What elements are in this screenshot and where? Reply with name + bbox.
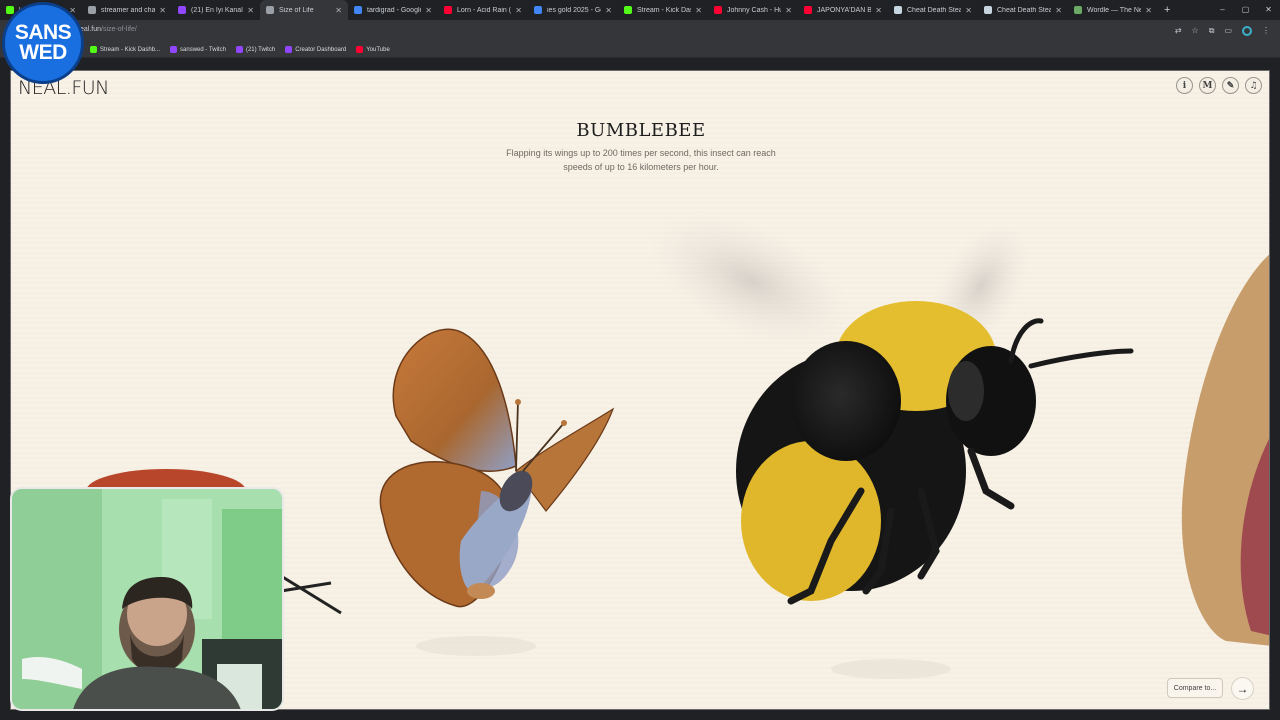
browser-tab[interactable]: Johnny Cash - Hurt ✕ bbox=[708, 0, 798, 20]
bookmark-item[interactable]: YouTube bbox=[356, 46, 390, 53]
bookmark-item[interactable]: Stream - Kick Dashb... bbox=[90, 46, 160, 53]
tab-close-icon[interactable]: ✕ bbox=[425, 6, 432, 15]
cast-icon[interactable]: ▭ bbox=[1224, 23, 1232, 39]
browser-tab[interactable]: streamer and chat g✕ bbox=[82, 0, 172, 20]
tab-favicon-icon bbox=[534, 6, 542, 14]
tab-label: Stream - Kick Dashb bbox=[637, 6, 691, 14]
browser-tab[interactable]: Stream - Kick Dashb ✕ bbox=[618, 0, 708, 20]
tab-favicon-icon bbox=[266, 6, 274, 14]
right-edge-creature-illustration bbox=[1181, 254, 1269, 646]
bookmark-item[interactable]: (21) Twitch bbox=[235, 46, 276, 53]
next-arrow-button[interactable]: → bbox=[1231, 677, 1254, 700]
music-icon[interactable]: ♫ bbox=[1245, 77, 1262, 94]
close-window-icon[interactable]: ✕ bbox=[1257, 0, 1280, 20]
tab-favicon-icon bbox=[624, 6, 632, 14]
browser-tab[interactable]: (21) En İyi Kanallar ✕ bbox=[172, 0, 260, 20]
info-icon[interactable]: i bbox=[1176, 77, 1193, 94]
tab-close-icon[interactable]: ✕ bbox=[1055, 6, 1062, 15]
butterfly-illustration bbox=[379, 328, 615, 656]
tab-label: Cheat Death Steam bbox=[907, 6, 962, 14]
tab-close-icon[interactable]: ✕ bbox=[875, 6, 882, 15]
bookmarks-bar: Stream - Kick Dashb... sanswed - Twitch (2… bbox=[0, 42, 1280, 58]
bookmark-label: sanswed - Twitch bbox=[180, 46, 226, 53]
tab-label: JAPONYA'DAN BIKI bbox=[817, 6, 872, 14]
tab-bar: k Dashb✕streamer and chat g✕(21) En İyi … bbox=[0, 0, 1280, 20]
browser-tab[interactable]: tardigrad - Google' ✕ bbox=[348, 0, 438, 20]
pencil-icon[interactable]: ✎ bbox=[1222, 77, 1239, 94]
creature-title: BUMBLEBEE bbox=[576, 120, 706, 141]
tab-favicon-icon bbox=[1074, 6, 1082, 14]
extensions-icon[interactable]: ⧉ bbox=[1209, 23, 1215, 39]
top-toolbar: i M ✎ ♫ bbox=[1176, 77, 1262, 94]
bookmark-label: YouTube bbox=[366, 46, 390, 53]
browser-tab[interactable]: Size of Life ✕ bbox=[260, 0, 348, 20]
tab-close-icon[interactable]: ✕ bbox=[965, 6, 972, 15]
tab-close-icon[interactable]: ✕ bbox=[1145, 6, 1152, 15]
tab-close-icon[interactable]: ✕ bbox=[605, 6, 612, 15]
bookmark-favicon-icon bbox=[170, 46, 178, 53]
maximize-icon[interactable]: ▢ bbox=[1234, 0, 1257, 20]
tab-close-icon[interactable]: ✕ bbox=[247, 6, 254, 15]
tab-label: tardigrad - Google' bbox=[367, 6, 422, 14]
browser-tab[interactable]: ies gold 2025 - Goo ✕ bbox=[528, 0, 618, 20]
tab-close-icon[interactable]: ✕ bbox=[695, 6, 702, 15]
bookmark-star-icon[interactable]: ☆ bbox=[1192, 23, 1199, 39]
bookmark-item[interactable]: Creator Dashboard bbox=[285, 46, 346, 53]
m-icon[interactable]: M bbox=[1199, 77, 1216, 94]
window-controls: – ▢ ✕ bbox=[1211, 0, 1280, 20]
logo-line-1: SANS bbox=[14, 21, 72, 44]
tab-favicon-icon bbox=[984, 6, 992, 14]
tab-close-icon[interactable]: ✕ bbox=[159, 6, 166, 15]
stream-logo: SANS WED bbox=[2, 2, 84, 84]
browser-tab[interactable]: Wordle — The New✕ bbox=[1068, 0, 1158, 20]
tab-label: Size of Life bbox=[279, 6, 314, 14]
creature-description: Flapping its wings up to 200 times per s… bbox=[506, 148, 776, 172]
webcam-overlay bbox=[10, 487, 284, 711]
bookmark-item[interactable]: sanswed - Twitch bbox=[170, 46, 226, 53]
tab-close-icon[interactable]: ✕ bbox=[515, 6, 522, 15]
bookmark-favicon-icon bbox=[90, 46, 97, 53]
tab-favicon-icon bbox=[714, 6, 722, 14]
translate-icon[interactable]: ⇄ bbox=[1175, 23, 1182, 39]
new-tab-button[interactable]: + bbox=[1164, 4, 1170, 16]
streamer-webcam-image bbox=[12, 489, 282, 709]
tab-favicon-icon bbox=[88, 6, 96, 14]
url-path: /size-of-life/ bbox=[101, 26, 137, 33]
tab-close-icon[interactable]: ✕ bbox=[785, 6, 792, 15]
tab-label: (21) En İyi Kanallar bbox=[191, 6, 243, 14]
browser-tab[interactable]: Cheat Death Steam✕ bbox=[978, 0, 1068, 20]
tab-favicon-icon bbox=[804, 6, 812, 14]
tab-label: Cheat Death Steam bbox=[997, 6, 1052, 14]
browser-tab[interactable]: JAPONYA'DAN BIKI✕ bbox=[798, 0, 888, 20]
url-host: eal.fun bbox=[80, 26, 102, 33]
tab-favicon-icon bbox=[894, 6, 902, 14]
tab-favicon-icon bbox=[444, 6, 452, 14]
bookmark-label: Stream - Kick Dashb... bbox=[100, 46, 161, 53]
tab-favicon-icon bbox=[6, 6, 14, 14]
tab-label: Wordle — The New bbox=[1087, 6, 1142, 14]
menu-dots-icon[interactable]: ⋮ bbox=[1262, 23, 1270, 39]
bookmark-label: Creator Dashboard bbox=[295, 46, 347, 53]
logo-line-2: WED bbox=[19, 41, 67, 64]
bookmark-label: (21) Twitch bbox=[245, 46, 276, 53]
tab-favicon-icon bbox=[354, 6, 362, 14]
bookmark-favicon-icon bbox=[285, 46, 293, 53]
bumblebee-illustration bbox=[648, 212, 1134, 679]
tab-close-icon[interactable]: ✕ bbox=[335, 6, 342, 15]
tab-label: streamer and chat g bbox=[101, 6, 156, 14]
browser-tab[interactable]: Lorn - Acid Rain (Of✕ bbox=[438, 0, 528, 20]
compare-button[interactable]: Compare to... bbox=[1167, 678, 1223, 698]
browser-tab[interactable]: Cheat Death Steam✕ bbox=[888, 0, 978, 20]
extension-circle-icon[interactable] bbox=[1242, 26, 1252, 36]
tab-label: Lorn - Acid Rain (Of bbox=[457, 6, 512, 14]
bookmark-favicon-icon bbox=[356, 46, 364, 53]
tab-label: Johnny Cash - Hurt bbox=[727, 6, 782, 14]
minimize-icon[interactable]: – bbox=[1211, 0, 1234, 20]
address-bar: eal.fun/size-of-life/ ⇄ ☆ ⧉ ▭ ⋮ bbox=[0, 20, 1280, 42]
bookmark-favicon-icon bbox=[235, 46, 243, 53]
tab-label: ies gold 2025 - Goo bbox=[547, 6, 601, 14]
tab-favicon-icon bbox=[178, 6, 186, 14]
url-field[interactable]: eal.fun/size-of-life/ bbox=[80, 26, 137, 33]
